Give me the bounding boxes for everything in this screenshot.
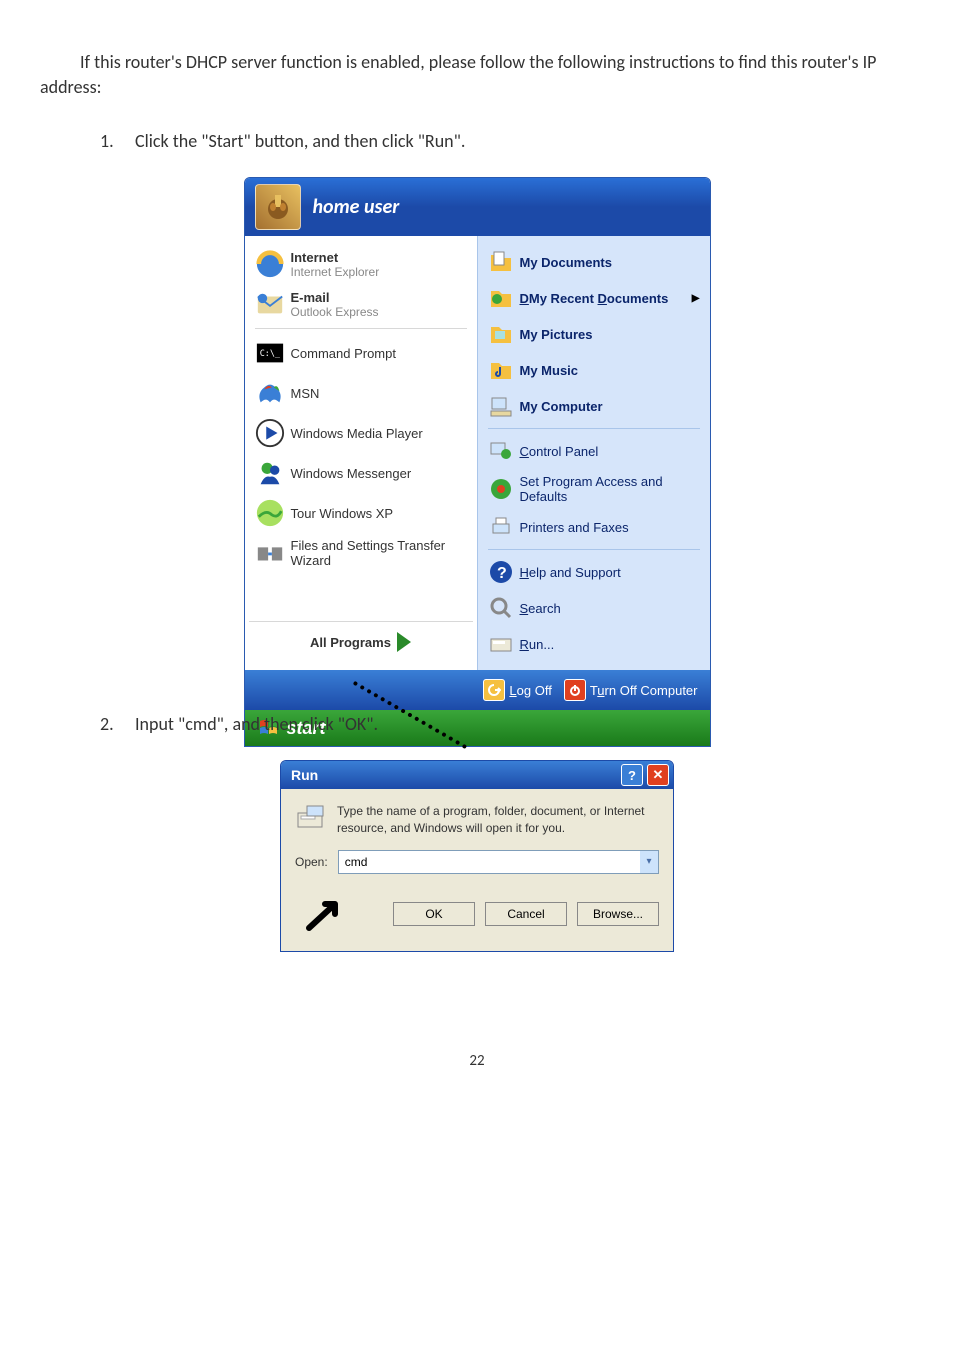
run-dialog-icon [295,803,327,835]
start-menu-header: home user [245,178,710,236]
menu-tour-windows-xp[interactable]: Tour Windows XP [249,493,473,533]
menu-my-computer[interactable]: My Computer [482,388,706,424]
outlook-express-icon [255,289,285,319]
run-dialog-title: Run [291,767,318,783]
help-icon: ? [488,559,514,585]
menu-windows-messenger[interactable]: Windows Messenger [249,453,473,493]
step-1: 1.Click the "Start" button, and then cli… [100,130,914,152]
all-programs[interactable]: All Programs [249,621,473,662]
menu-msn[interactable]: MSN [249,373,473,413]
transfer-wizard-icon [255,538,285,568]
all-programs-arrow-icon [397,632,411,652]
username-label: home user [313,195,400,219]
menu-email[interactable]: E-mailOutlook Express [249,284,473,324]
my-pictures-icon [488,321,514,347]
ok-button[interactable]: OK [393,902,475,926]
run-dialog-titlebar: Run ? ✕ [281,761,673,789]
dropdown-arrow-icon[interactable]: ▾ [640,851,658,873]
menu-help-support[interactable]: ? Help and Support [482,554,706,590]
my-computer-icon [488,393,514,419]
user-avatar-icon [255,184,301,230]
menu-run[interactable]: Run... [482,626,706,662]
menu-my-recent-documents[interactable]: DMy Recent DocumentsMy Recent Documents … [482,280,706,316]
my-documents-icon [488,249,514,275]
wmp-icon [255,418,285,448]
menu-my-documents[interactable]: My Documents [482,244,706,280]
turnoff-icon [564,679,586,701]
internet-explorer-icon [255,249,285,279]
dialog-help-button[interactable]: ? [621,764,643,786]
intro-paragraph: If this router's DHCP server function is… [40,50,914,100]
command-prompt-icon: C:\_ [255,338,285,368]
menu-printers-faxes[interactable]: Printers and Faxes [482,509,706,545]
recent-documents-icon [488,285,514,311]
open-combobox[interactable]: ▾ [338,850,659,874]
menu-files-settings-transfer[interactable]: Files and Settings Transfer Wizard [249,533,473,573]
page-number: 22 [40,1052,914,1070]
open-input[interactable] [339,851,640,873]
run-dialog-description: Type the name of a program, folder, docu… [337,803,659,835]
tour-xp-icon [255,498,285,528]
start-menu-left-column: InternetInternet Explorer E-mailOutlook … [245,236,477,670]
run-dialog-screenshot: Run ? ✕ Type the name of a program, fold… [280,760,674,951]
start-menu-screenshot: home user InternetInternet Explorer E-ma… [244,177,711,747]
menu-search[interactable]: Search [482,590,706,626]
start-menu-footer: Log Off Turn Off Computer [245,670,710,710]
logoff-button[interactable]: Log Off [483,679,551,701]
turnoff-button[interactable]: Turn Off Computer [564,679,698,701]
step-2: 2.Input "cmd", and then click "OK". [100,713,914,735]
my-music-icon [488,357,514,383]
submenu-arrow-icon: ▶ [692,293,700,304]
run-icon [488,631,514,657]
messenger-icon [255,458,285,488]
menu-my-pictures[interactable]: My Pictures [482,316,706,352]
menu-internet[interactable]: InternetInternet Explorer [249,244,473,284]
printers-icon [488,514,514,540]
logoff-icon [483,679,505,701]
menu-control-panel[interactable]: Control Panel [482,433,706,469]
menu-windows-media-player[interactable]: Windows Media Player [249,413,473,453]
menu-command-prompt[interactable]: C:\_ Command Prompt [249,333,473,373]
search-icon [488,595,514,621]
cancel-button[interactable]: Cancel [485,902,567,926]
svg-text:?: ? [497,565,507,582]
control-panel-icon [488,438,514,464]
start-menu-right-column: My Documents DMy Recent DocumentsMy Rece… [477,236,710,670]
msn-icon [255,378,285,408]
browse-button[interactable]: Browse... [577,902,659,926]
svg-text:C:\_: C:\_ [259,348,280,358]
annotation-arrow-2 [305,894,343,935]
open-label: Open: [295,855,328,869]
set-program-access-icon [488,476,514,502]
dialog-close-button[interactable]: ✕ [647,764,669,786]
menu-set-program-access[interactable]: Set Program Access and Defaults [482,469,706,509]
menu-my-music[interactable]: My Music [482,352,706,388]
